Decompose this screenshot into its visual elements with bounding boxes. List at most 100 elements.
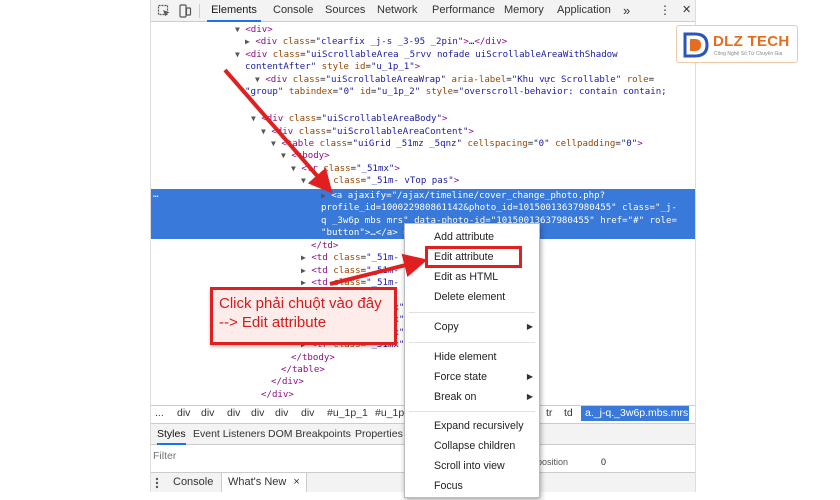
tree-line[interactable]: ▼ <table class="uiGrid _51mz _5qnz" cell… [271,138,643,150]
tab-elements[interactable]: Elements [207,0,261,22]
kebab-menu-icon[interactable]: ⋮ [659,0,671,22]
drawer-menu-icon[interactable] [155,477,159,489]
breadcrumb-item[interactable]: div [275,407,288,419]
menu-item-scroll-into-view[interactable]: Scroll into view [405,456,539,476]
collapse-triangle-icon[interactable]: ▶ [245,37,250,46]
tab-event-listeners[interactable]: Event Listeners [193,424,265,445]
tree-token: "_51mx" [356,163,395,174]
tree-line[interactable]: </div> [261,389,294,401]
menu-item-copy[interactable]: Copy ▶ [405,317,539,337]
collapse-triangle-icon[interactable]: ▶ [301,278,306,287]
expand-triangle-icon[interactable]: ▼ [301,176,306,185]
tree-token: "Khu vực Scrollable" [511,74,627,85]
tree-token: cellspacing [467,139,528,150]
tree-token: class [333,265,361,276]
tree-line[interactable]: ▶ <td class="_51m- [301,265,399,277]
tab-sources[interactable]: Sources [325,0,365,22]
breadcrumb-item[interactable]: #u_1p [375,407,404,419]
expand-triangle-icon[interactable]: ▼ [271,139,276,148]
tree-line[interactable]: </table> [281,364,325,376]
tree-line[interactable]: profile_id=100022980861142&photo_id=1015… [321,202,677,214]
tree-token: id [360,87,371,97]
breadcrumb-item[interactable]: div [227,407,240,419]
tree-line[interactable]: contentAfter" style id="u_1p_1"> [245,61,420,73]
tree-line[interactable]: ▼ <tr class="_51mx"> [291,163,400,175]
expand-triangle-icon[interactable]: ▼ [235,50,240,59]
menu-item-force-state[interactable]: Force state ▶ [405,367,539,387]
tree-line[interactable]: </tbody> [291,352,335,364]
selected-node-dots[interactable]: … [153,189,158,201]
tree-token: class [288,114,317,125]
drawer-tab-whats-new[interactable]: What's New × [221,473,307,492]
tree-line[interactable]: ▼ <div class = "uiScrollableAreaWrap" aria… [255,74,654,86]
menu-item-expand-recursively[interactable]: Expand recursively [405,416,539,436]
tree-line[interactable]: ▼ <tbody> [281,150,330,162]
menu-item-edit-as-html[interactable]: Edit as HTML [405,267,539,287]
filter-input[interactable] [153,448,373,464]
tree-line[interactable]: "group" tabindex="0" id="u_1p_2" style="… [245,86,667,98]
menu-item-delete-element[interactable]: Delete element [405,287,539,307]
position-value[interactable]: 0 [601,457,606,467]
tree-token: "overscroll-behavior: contain contain; [458,87,667,97]
inspect-element-icon[interactable] [157,4,171,18]
breadcrumb-item[interactable]: tr [546,407,552,419]
tree-token: <td [311,265,334,276]
breadcrumb-item[interactable]: td [564,407,573,419]
expand-triangle-icon[interactable]: ▼ [251,114,256,123]
tree-line[interactable]: ▶ <a ajaxify="/ajax/timeline/cover_chang… [321,190,605,202]
menu-item-hide-element[interactable]: Hide element [405,347,539,367]
menu-item-collapse-children[interactable]: Collapse children [405,436,539,456]
tab-memory[interactable]: Memory [504,0,544,22]
menu-item-force-state-label: Force state [434,371,487,383]
expand-triangle-icon[interactable]: ▼ [255,75,260,84]
tree-line[interactable]: ▶ <td class="_51m- [301,252,399,264]
tab-styles[interactable]: Styles [157,424,186,445]
tree-token: </table> [281,365,325,375]
tree-token: "clearfix _j-s _3-95 _2pin" [315,37,464,48]
tree-line[interactable]: ▼ <div class="uiScrollableAreaBody"> [251,113,447,125]
close-devtools-icon[interactable]: ✕ [682,0,691,22]
tree-line[interactable]: ▼ <div> [235,24,273,36]
tab-performance[interactable]: Performance [432,0,495,22]
breadcrumb-item[interactable]: div [201,407,214,419]
devtools-tab-bar: Elements Console Sources Network Perform… [151,0,695,22]
tree-line[interactable]: </div> [271,376,304,388]
collapse-triangle-icon[interactable]: ▶ [301,253,306,262]
expand-triangle-icon[interactable]: ▼ [235,25,240,34]
expand-triangle-icon[interactable]: ▼ [261,127,266,136]
tab-dom-breakpoints[interactable]: DOM Breakpoints [268,424,351,445]
dlz-logo-icon [683,32,709,58]
more-tabs-chevron-icon[interactable]: » [623,0,630,22]
device-toolbar-icon[interactable] [178,4,192,18]
drawer-tab-console[interactable]: Console [165,473,221,492]
tab-console[interactable]: Console [273,0,313,22]
breadcrumb-item[interactable]: div [177,407,190,419]
breadcrumb-item[interactable]: div [251,407,264,419]
tree-line[interactable]: ▼ <td class="_51m- vTop pas"> [301,175,459,187]
menu-item-break-on[interactable]: Break on ▶ [405,387,539,407]
breadcrumb-item[interactable]: div [301,407,314,419]
tree-line[interactable]: ▶ <div class="clearfix _j-s _3-95 _2pin"… [245,36,507,48]
collapse-triangle-icon[interactable]: ▶ [321,191,326,200]
callout-line-1: Click phải chuột vào đây [219,295,382,312]
expand-triangle-icon[interactable]: ▼ [291,164,296,173]
breadcrumb-item[interactable]: #u_1p_1 [327,407,368,419]
expand-triangle-icon[interactable]: ▼ [281,151,286,160]
menu-item-focus[interactable]: Focus [405,476,539,496]
menu-item-add-attribute[interactable]: Add attribute [405,227,539,247]
breadcrumb-selected[interactable]: a._j-q._3w6p.mbs.mrs [581,406,689,421]
tree-line[interactable]: ▼ <div class="uiScrollableAreaContent"> [261,126,474,138]
tab-application[interactable]: Application [557,0,611,22]
tree-token: "_51m- vTop pas" [366,176,454,187]
tab-properties[interactable]: Properties [355,424,403,445]
collapse-triangle-icon[interactable]: ▶ [301,266,306,275]
tree-token: profile_id=100022980861142&photo_id=1015… [321,203,623,214]
close-tab-icon[interactable]: × [293,476,299,488]
tree-line[interactable]: </td> [311,240,338,252]
tab-network[interactable]: Network [377,0,417,22]
tree-token: <div [255,37,283,48]
breadcrumb-item[interactable]: ... [155,407,164,419]
tree-token: "#" [627,215,650,226]
tree-token: "0" [533,139,556,150]
tree-line[interactable]: ▼ <div class="uiScrollableArea _5rvv nof… [235,49,618,61]
